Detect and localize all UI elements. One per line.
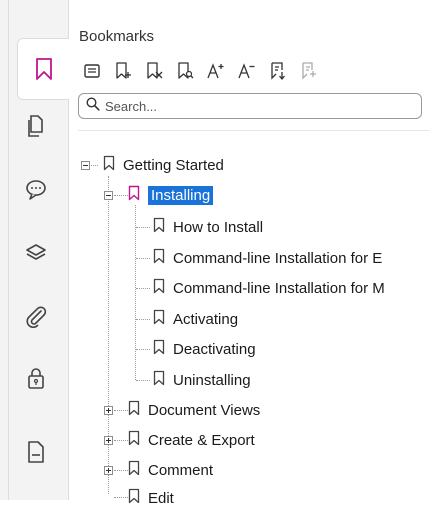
tree-guide [135,205,136,380]
bookmark-icon [128,460,140,481]
tree-item-label: Deactivating [173,340,256,358]
tree-guide [114,440,128,441]
tree-item-cmdline-m[interactable]: Command-line Installation for M [153,276,385,300]
tree-item-label: Edit [148,489,174,507]
expand-toggle[interactable] [104,406,113,415]
tree-item-label: Getting Started [123,156,224,174]
tree-item-deactivating[interactable]: Deactivating [153,337,256,361]
tree-item-uninstalling[interactable]: Uninstalling [153,368,251,392]
bookmark-icon [128,430,140,451]
bookmark-tree: Getting Started Installing How to Instal… [0,0,385,507]
tree-item-cmdline-e[interactable]: Command-line Installation for E [153,246,382,270]
tree-guide [136,288,150,289]
bookmark-icon [153,370,165,391]
tree-item-comment[interactable]: Comment [128,458,213,482]
bookmark-icon [153,309,165,330]
tree-guide [136,380,150,381]
tree-guide [136,227,150,228]
tree-item-getting-started[interactable]: Getting Started [103,153,224,177]
tree-guide [136,349,150,350]
collapse-toggle[interactable] [81,161,90,170]
tree-guide [91,165,98,166]
bookmark-icon [128,400,140,421]
tree-item-installing[interactable]: Installing [128,183,214,207]
bookmark-icon [153,339,165,360]
tree-guide [136,319,150,320]
tree-item-label: Comment [148,461,214,479]
tree-item-edit[interactable]: Edit [128,486,174,510]
tree-guide [114,195,128,196]
tree-item-label: Installing [148,185,214,205]
tree-guide [114,497,128,498]
expand-toggle[interactable] [104,466,113,475]
tree-item-how-to-install[interactable]: How to Install [153,215,263,239]
bookmark-icon [103,155,115,176]
tree-item-activating[interactable]: Activating [153,307,238,331]
tree-item-label: How to Install [173,218,264,236]
tree-item-document-views[interactable]: Document Views [128,398,260,422]
expand-toggle[interactable] [104,436,113,445]
tree-item-label: Command-line Installation for M [173,279,385,297]
tree-item-label: Uninstalling [173,371,251,389]
tree-item-label: Create & Export [148,431,255,449]
tree-item-label: Command-line Installation for E [173,249,383,267]
bookmark-icon [128,185,140,206]
collapse-toggle[interactable] [104,191,113,200]
tree-item-label: Activating [173,310,239,328]
tree-guide [108,176,109,494]
bookmark-icon [153,248,165,269]
tree-guide [114,470,128,471]
bookmark-icon [153,217,165,238]
bookmark-icon [128,488,140,509]
tree-item-label: Document Views [148,401,261,419]
tree-item-create-export[interactable]: Create & Export [128,428,255,452]
tree-guide [114,410,128,411]
bookmark-icon [153,278,165,299]
tree-guide [136,258,150,259]
